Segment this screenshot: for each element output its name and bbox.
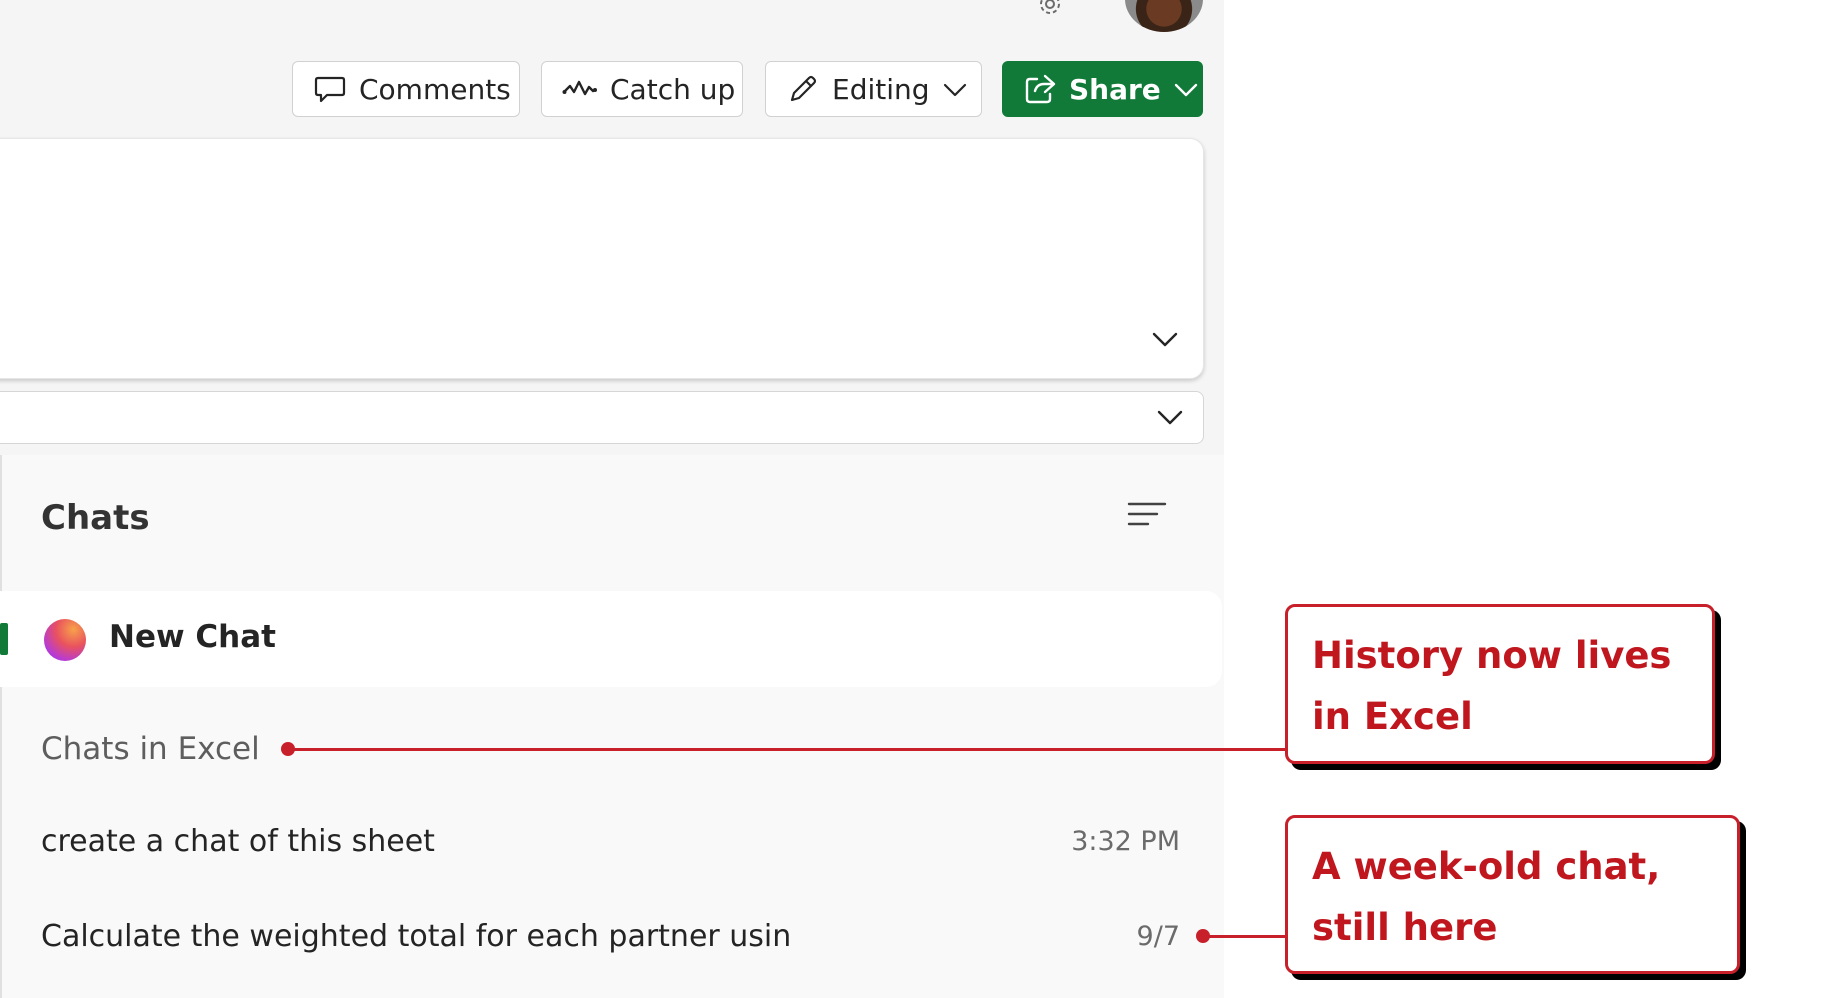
annotation-callout: A week-old chat, still here	[1285, 815, 1740, 974]
menu-lines-icon[interactable]	[1126, 498, 1168, 534]
pencil-icon	[790, 75, 817, 102]
chats-panel	[0, 455, 1224, 998]
annotation-callout: History now lives in Excel	[1285, 604, 1715, 764]
new-chat-label: New Chat	[109, 619, 276, 655]
selected-indicator	[0, 623, 8, 655]
chat-item-title[interactable]: Calculate the weighted total for each pa…	[41, 919, 791, 954]
settings-gear-icon[interactable]	[1034, 0, 1066, 20]
share-arrow-icon	[1025, 74, 1056, 104]
comments-button[interactable]: Comments	[292, 61, 520, 117]
chevron-down-icon	[1174, 83, 1197, 97]
comments-label: Comments	[359, 72, 511, 106]
copilot-logo-icon	[44, 619, 86, 661]
editing-label: Editing	[832, 72, 930, 106]
chat-item-title[interactable]: create a chat of this sheet	[41, 824, 435, 859]
chat-item-time: 3:32 PM	[1071, 826, 1180, 857]
chevron-down-icon	[943, 83, 966, 97]
pulse-wave-icon	[562, 80, 597, 96]
speech-bubble-icon	[314, 76, 346, 103]
share-label: Share	[1069, 72, 1161, 106]
collapsed-section-strip[interactable]	[0, 391, 1204, 444]
catch-up-button[interactable]: Catch up	[541, 61, 743, 117]
leader-line	[288, 748, 1286, 751]
card-expand-chevron-icon[interactable]	[1150, 327, 1180, 351]
share-button[interactable]: Share	[1002, 61, 1203, 117]
leader-line	[1203, 935, 1286, 938]
strip-expand-chevron-icon[interactable]	[1155, 405, 1185, 429]
prompt-card	[0, 138, 1204, 379]
chats-title: Chats	[41, 498, 150, 538]
chat-item-time: 9/7	[1136, 921, 1180, 952]
editing-mode-button[interactable]: Editing	[765, 61, 982, 117]
catch-up-label: Catch up	[610, 72, 736, 106]
chats-in-excel-section-label: Chats in Excel	[41, 731, 260, 767]
